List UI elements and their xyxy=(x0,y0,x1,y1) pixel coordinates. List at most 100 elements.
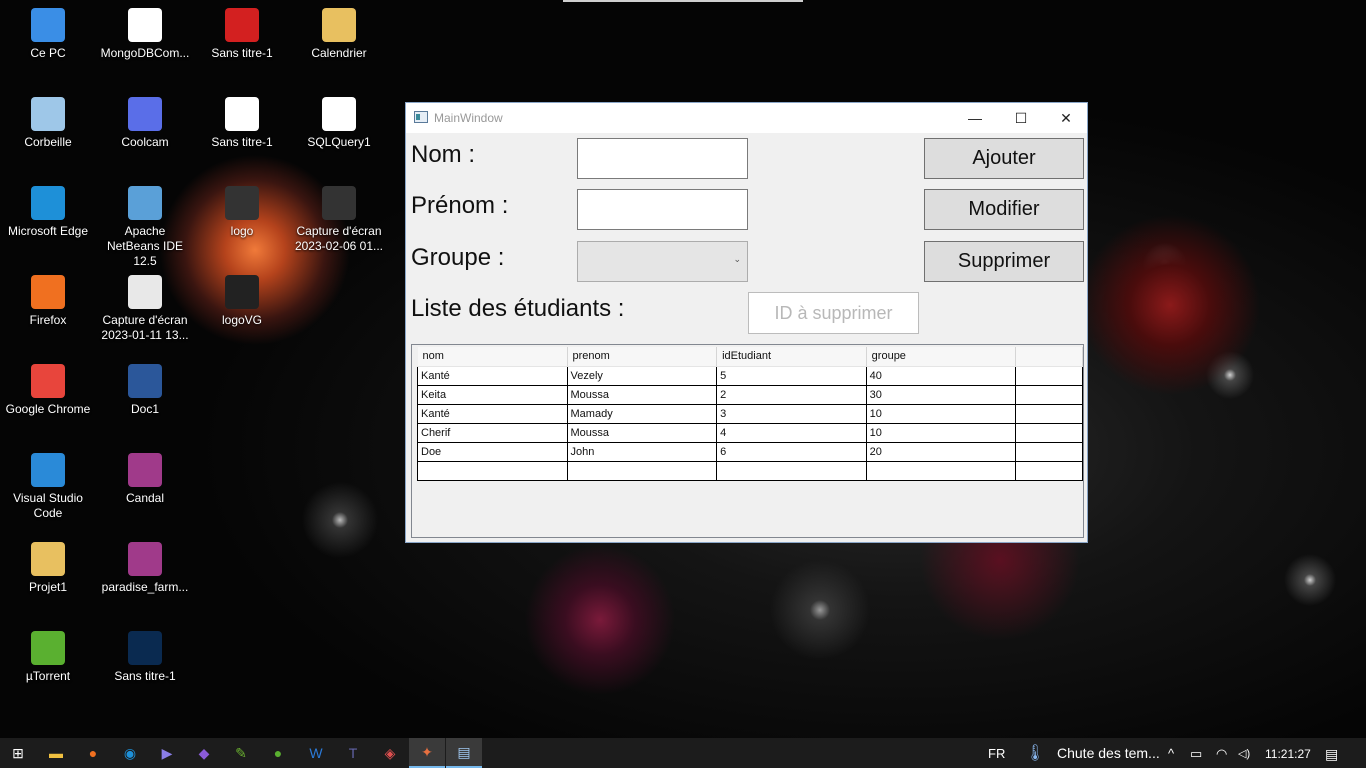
desktop-icon[interactable]: logoVG xyxy=(194,275,290,328)
table-cell[interactable]: Doe xyxy=(417,442,568,462)
netbeans-icon[interactable]: ✦ xyxy=(409,738,445,768)
desktop-icon[interactable]: µTorrent xyxy=(0,631,96,684)
desktop-icon[interactable]: Sans titre-1 xyxy=(194,97,290,150)
column-header-prenom[interactable]: prenom xyxy=(567,347,718,367)
table-row[interactable]: Kanté Mamady 3 10 xyxy=(417,404,1083,424)
desktop-icon[interactable]: Apache NetBeans IDE 12.5 xyxy=(97,186,193,269)
weather-text[interactable]: Chute des tem... xyxy=(1057,745,1160,761)
battery-icon[interactable]: ▭ xyxy=(1190,746,1202,762)
table-cell[interactable] xyxy=(866,461,1017,481)
main-window: MainWindow — ☐ ✕ Nom : Prénom : Groupe :… xyxy=(405,102,1088,543)
desktop-icon[interactable]: Visual Studio Code xyxy=(0,453,96,521)
utorrent-icon[interactable]: ● xyxy=(260,738,296,768)
table-cell[interactable]: 20 xyxy=(866,442,1017,462)
maximize-button[interactable]: ☐ xyxy=(998,103,1044,133)
word-icon[interactable]: W xyxy=(298,738,334,768)
desktop-icon[interactable]: Ce PC xyxy=(0,8,96,61)
table-row[interactable]: Kanté Vezely 5 40 xyxy=(417,366,1083,386)
table-cell[interactable]: 3 xyxy=(716,404,867,424)
teams-icon[interactable]: T xyxy=(335,738,371,768)
start-icon[interactable]: ⊞ xyxy=(0,738,36,768)
id-supprimer-input[interactable]: ID à supprimer xyxy=(748,292,919,334)
volume-icon[interactable]: ◁) xyxy=(1238,747,1250,760)
wifi-icon[interactable]: ◠ xyxy=(1216,746,1227,762)
table-cell[interactable]: Cherif xyxy=(417,423,568,443)
table-cell[interactable]: John xyxy=(567,442,718,462)
prenom-input[interactable] xyxy=(577,189,748,230)
language-indicator[interactable]: FR xyxy=(988,746,1005,761)
desktop-icon[interactable]: Microsoft Edge xyxy=(0,186,96,239)
groupe-combobox[interactable]: ⌄ xyxy=(577,241,748,282)
table-cell[interactable]: Moussa xyxy=(567,423,718,443)
file-explorer-icon[interactable]: ▬ xyxy=(38,738,74,768)
table-cell[interactable]: 40 xyxy=(866,366,1017,386)
desktop-icon[interactable]: Coolcam xyxy=(97,97,193,150)
table-cell[interactable]: 10 xyxy=(866,404,1017,424)
table-cell[interactable]: 4 xyxy=(716,423,867,443)
students-datagrid[interactable]: nom prenom idEtudiant groupe Kanté Vezely 5 40… xyxy=(411,344,1084,538)
table-row[interactable] xyxy=(417,461,1083,481)
desktop-icon[interactable]: paradise_farm... xyxy=(97,542,193,595)
table-cell[interactable] xyxy=(716,461,867,481)
ajouter-button[interactable]: Ajouter xyxy=(924,138,1084,179)
table-row[interactable]: Doe John 6 20 xyxy=(417,442,1083,462)
column-header-groupe[interactable]: groupe xyxy=(866,347,1017,367)
table-cell[interactable]: 10 xyxy=(866,423,1017,443)
app-icon[interactable]: ◈ xyxy=(372,738,408,768)
firefox-icon[interactable]: ● xyxy=(75,738,111,768)
desktop-icon[interactable]: Capture d'écran 2023-01-11 13... xyxy=(97,275,193,343)
clock[interactable]: 11:21:27 xyxy=(1265,747,1311,761)
coolcam-icon[interactable]: ▶ xyxy=(149,738,185,768)
table-cell[interactable]: 5 xyxy=(716,366,867,386)
desktop-icon-label: MongoDBCom... xyxy=(100,46,190,60)
column-header-nom[interactable]: nom xyxy=(417,347,568,367)
close-button[interactable]: ✕ xyxy=(1043,103,1089,133)
column-header-idEtudiant[interactable]: idEtudiant xyxy=(716,347,867,367)
desktop-icon[interactable]: Firefox xyxy=(0,275,96,328)
modifier-button[interactable]: Modifier xyxy=(924,189,1084,230)
desktop-icon[interactable]: SQLQuery1 xyxy=(291,97,387,150)
notification-icon[interactable]: ▤ xyxy=(1325,746,1338,763)
table-cell[interactable]: 2 xyxy=(716,385,867,405)
table-cell[interactable] xyxy=(567,461,718,481)
thermometer-icon[interactable]: 🌡 xyxy=(1025,743,1045,763)
nom-input[interactable] xyxy=(577,138,748,179)
supprimer-button[interactable]: Supprimer xyxy=(924,241,1084,282)
desktop-icon-label: paradise_farm... xyxy=(101,580,189,594)
wpf-app-icon[interactable]: ▤ xyxy=(446,738,482,768)
table-row[interactable]: Cherif Moussa 4 10 xyxy=(417,423,1083,443)
word-doc-icon xyxy=(128,364,162,398)
pdf-icon xyxy=(225,8,259,42)
chrome-icon xyxy=(31,364,65,398)
desktop-icon[interactable]: Corbeille xyxy=(0,97,96,150)
desktop-icon[interactable]: Sans titre-1 xyxy=(194,8,290,61)
desktop-icon[interactable]: Sans titre-1 xyxy=(97,631,193,684)
desktop-icon[interactable]: Projet1 xyxy=(0,542,96,595)
desktop-icon[interactable]: Capture d'écran 2023-02-06 01... xyxy=(291,186,387,254)
window-title: MainWindow xyxy=(434,111,503,125)
table-row[interactable]: Keita Moussa 2 30 xyxy=(417,385,1083,405)
desktop-icon[interactable]: logo xyxy=(194,186,290,239)
desktop-icon[interactable]: MongoDBCom... xyxy=(97,8,193,61)
visual-studio-icon[interactable]: ◆ xyxy=(186,738,222,768)
table-cell[interactable]: Kanté xyxy=(417,404,568,424)
greenshot-icon[interactable]: ✎ xyxy=(223,738,259,768)
desktop-icon[interactable]: Doc1 xyxy=(97,364,193,417)
table-cell[interactable]: 30 xyxy=(866,385,1017,405)
tray-chevron-icon[interactable]: ^ xyxy=(1168,746,1174,761)
table-cell[interactable]: Vezely xyxy=(567,366,718,386)
table-cell[interactable] xyxy=(417,461,568,481)
desktop-icon[interactable]: Google Chrome xyxy=(0,364,96,417)
table-cell[interactable]: 6 xyxy=(716,442,867,462)
table-cell[interactable]: Moussa xyxy=(567,385,718,405)
title-bar[interactable]: MainWindow — ☐ ✕ xyxy=(406,103,1087,133)
desktop-icon-label: µTorrent xyxy=(25,669,71,683)
desktop-icon-label: Corbeille xyxy=(24,135,72,149)
table-cell[interactable]: Mamady xyxy=(567,404,718,424)
edge-icon[interactable]: ◉ xyxy=(112,738,148,768)
table-cell[interactable]: Kanté xyxy=(417,366,568,386)
desktop-icon[interactable]: Calendrier xyxy=(291,8,387,61)
minimize-button[interactable]: — xyxy=(952,103,998,133)
table-cell[interactable]: Keita xyxy=(417,385,568,405)
desktop-icon[interactable]: Candal xyxy=(97,453,193,506)
